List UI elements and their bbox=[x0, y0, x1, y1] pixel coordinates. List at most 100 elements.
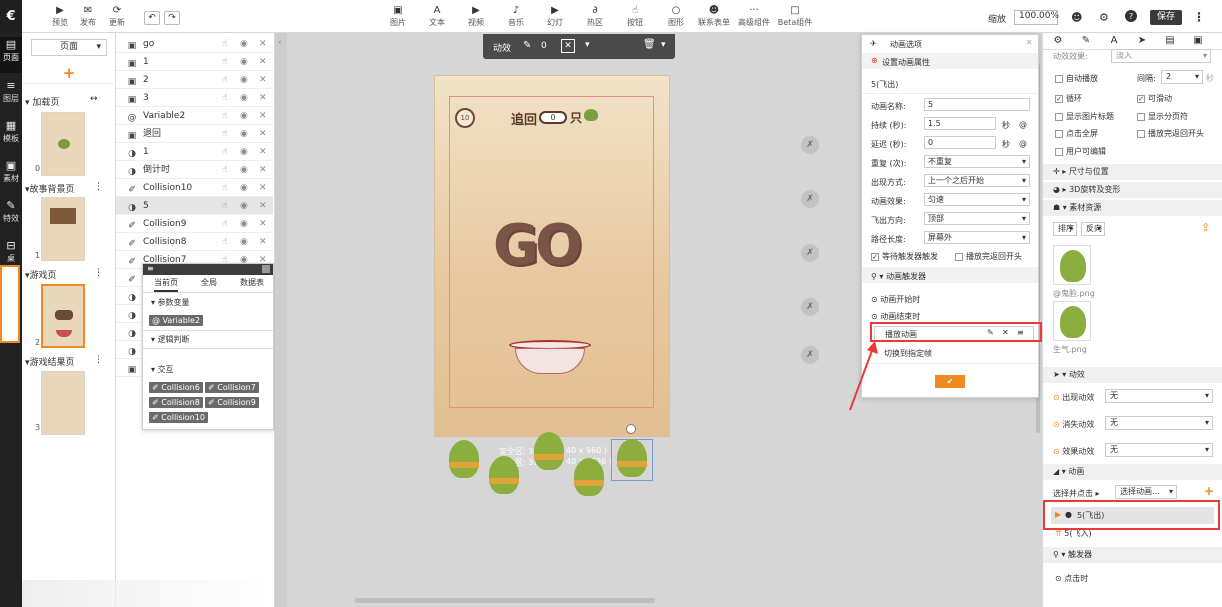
collapse-rail[interactable]: ‹ bbox=[275, 33, 287, 607]
tool-music[interactable]: ♪ 音乐 bbox=[496, 4, 536, 30]
eye-icon[interactable]: ◉ bbox=[240, 89, 248, 107]
trigger-click[interactable]: ⊙ 点击时 bbox=[1055, 573, 1088, 584]
return-start-checkbox[interactable]: 播放完返回开头 bbox=[955, 251, 1022, 262]
loop-checkbox[interactable]: ✓ 循环 bbox=[1055, 93, 1082, 104]
eye-icon[interactable]: ◉ bbox=[240, 125, 248, 143]
more-vertical-icon[interactable]: ⋮ bbox=[1193, 10, 1205, 24]
pin-icon[interactable]: ✗ bbox=[801, 346, 819, 364]
chevron-down-icon[interactable]: ▾ bbox=[661, 40, 666, 50]
tool-button[interactable]: ☝ 按钮 bbox=[615, 4, 655, 30]
delete-icon[interactable]: ✕ bbox=[259, 161, 267, 179]
delete-icon[interactable]: ✕ bbox=[259, 35, 267, 53]
layer-row[interactable]: ▣ 1 ☝ ◉ ✕ bbox=[116, 53, 273, 71]
tool-contact-form[interactable]: ☻ 联系表单 bbox=[694, 4, 734, 30]
trigger-section-toggle[interactable]: ⚲ ▾ 动画触发器 bbox=[871, 271, 926, 282]
resource-thumb[interactable] bbox=[1053, 245, 1091, 285]
section-3d[interactable]: ◕ ▸ 3D旋转及变形 bbox=[1043, 182, 1222, 198]
lock-icon[interactable]: ☝ bbox=[222, 215, 227, 233]
nav-assets[interactable]: ▣ 素材 bbox=[0, 158, 22, 194]
delete-icon[interactable]: ✕ bbox=[259, 53, 267, 71]
effect-effect-select[interactable]: 无 bbox=[1105, 443, 1213, 457]
transition-select[interactable]: 淡入 bbox=[1111, 49, 1211, 63]
layer-row[interactable]: ◑ 5 ☝ ◉ ✕ bbox=[116, 197, 273, 215]
delete-icon[interactable]: ✕ bbox=[259, 215, 267, 233]
close-icon[interactable]: ✕ bbox=[1026, 38, 1033, 47]
wait-trigger-checkbox[interactable]: ✓ 等待触发器触发 bbox=[871, 251, 938, 262]
redo-button[interactable]: ↷ bbox=[164, 11, 180, 25]
appear-mode-select[interactable]: 上一个之后开始 bbox=[924, 174, 1030, 187]
tool-video[interactable]: ▶ 视频 bbox=[456, 4, 496, 30]
fly-direction-select[interactable]: 顶部 bbox=[924, 212, 1030, 225]
menu-icon[interactable]: ≡ bbox=[147, 264, 154, 273]
eye-icon[interactable]: ◉ bbox=[240, 179, 248, 197]
tab-style[interactable]: ✎ bbox=[1073, 33, 1099, 49]
choose-animation-select[interactable]: 选择动画... bbox=[1115, 485, 1177, 499]
zongzi-character[interactable] bbox=[530, 432, 568, 474]
page-group-header[interactable]: ▾游戏页 bbox=[25, 268, 57, 281]
eye-icon[interactable]: ◉ bbox=[240, 71, 248, 89]
eye-icon[interactable]: ◉ bbox=[240, 233, 248, 251]
zongzi-character[interactable] bbox=[485, 456, 523, 498]
eye-icon[interactable]: ◉ bbox=[240, 35, 248, 53]
delete-icon[interactable]: ✕ bbox=[259, 143, 267, 161]
resize-icon[interactable]: ↔ bbox=[90, 94, 98, 104]
resource-thumb[interactable] bbox=[1053, 301, 1091, 341]
collapse-icon[interactable] bbox=[262, 265, 270, 273]
nav-templates[interactable]: ▦ 模板 bbox=[0, 118, 22, 154]
eye-icon[interactable]: ◉ bbox=[240, 197, 248, 215]
trigger-anim-start[interactable]: ⊙ 动画开始时 bbox=[871, 294, 920, 305]
horizontal-scrollbar[interactable] bbox=[355, 598, 655, 603]
page-thumb-1[interactable] bbox=[41, 197, 85, 261]
interval-input[interactable]: 2 bbox=[1161, 70, 1203, 84]
gear-icon[interactable]: ⚙ bbox=[1099, 11, 1109, 24]
reverse-button[interactable]: 反向 bbox=[1081, 222, 1105, 236]
trash-icon[interactable]: 🗑 bbox=[643, 39, 656, 50]
repeat-select[interactable]: 不重复 bbox=[924, 155, 1030, 168]
tab-datasheet[interactable]: 数据表 bbox=[240, 277, 264, 288]
page-group-header[interactable]: ▾ 加载页 bbox=[25, 95, 59, 108]
drag-handle-icon[interactable]: ⋮ bbox=[94, 182, 103, 192]
upload-icon[interactable]: ⇪ bbox=[1201, 221, 1210, 234]
zongzi-character[interactable] bbox=[570, 458, 608, 500]
pin-icon[interactable]: ✗ bbox=[801, 244, 819, 262]
pencil-icon[interactable]: ✎ bbox=[523, 40, 531, 51]
tab-image[interactable]: ▣ bbox=[1185, 33, 1211, 49]
tab-current-page[interactable]: 当前页 bbox=[154, 277, 178, 292]
tool-text[interactable]: A 文本 bbox=[417, 4, 457, 30]
page-preview-mini[interactable] bbox=[0, 265, 20, 343]
choose-click-label[interactable]: 选择并点击 ▸ bbox=[1053, 488, 1100, 499]
zoom-input[interactable]: 100.00% bbox=[1014, 10, 1059, 25]
eye-icon[interactable]: ◉ bbox=[240, 161, 248, 179]
page-thumb-3[interactable] bbox=[41, 371, 85, 435]
lock-icon[interactable]: ☝ bbox=[222, 143, 227, 161]
tab-text[interactable]: A bbox=[1101, 33, 1127, 49]
lock-icon[interactable]: ☝ bbox=[222, 197, 227, 215]
page-group-header[interactable]: ▾故事背景页 bbox=[25, 182, 75, 195]
tool-shape[interactable]: ○ 图形 bbox=[656, 4, 696, 30]
zongzi-character[interactable] bbox=[613, 439, 651, 481]
show-pages-checkbox[interactable]: 显示分页符 bbox=[1137, 111, 1188, 122]
delete-icon[interactable]: ✕ bbox=[259, 89, 267, 107]
lock-icon[interactable]: ☝ bbox=[222, 71, 227, 89]
add-animation-button[interactable]: + bbox=[1204, 484, 1214, 498]
pin-icon[interactable]: ✗ bbox=[801, 190, 819, 208]
eye-icon[interactable]: ◉ bbox=[240, 107, 248, 125]
section-params[interactable]: ▾ 参数变量 bbox=[151, 297, 190, 308]
layer-row[interactable]: ✐ Collision9 ☝ ◉ ✕ bbox=[116, 215, 273, 233]
chevron-down-icon[interactable]: ▾ bbox=[585, 40, 590, 50]
swipe-checkbox[interactable]: ✓ 可滑动 bbox=[1137, 93, 1172, 104]
tab-global[interactable]: 全局 bbox=[201, 277, 217, 288]
switch-frame-option[interactable]: 切换到指定帧 bbox=[884, 348, 932, 359]
delete-icon[interactable]: ✕ bbox=[259, 107, 267, 125]
rotate-handle-icon[interactable] bbox=[626, 424, 636, 434]
add-page-button[interactable]: + bbox=[62, 64, 76, 82]
layer-row[interactable]: ✐ Collision10 ☝ ◉ ✕ bbox=[116, 179, 273, 197]
section-effects[interactable]: ➤ ▾ 动效 bbox=[1043, 367, 1222, 383]
tool-slideshow[interactable]: ▶ 幻灯 bbox=[535, 4, 575, 30]
delay-input[interactable]: 0 bbox=[924, 136, 996, 149]
lock-icon[interactable]: ☝ bbox=[222, 179, 227, 197]
section-animation[interactable]: ◢ ▾ 动画 bbox=[1043, 464, 1222, 480]
layer-row[interactable]: @ Variable2 ☝ ◉ ✕ bbox=[116, 107, 273, 125]
variable-chip[interactable]: @ Variable2 bbox=[149, 315, 204, 326]
anim-effect-select[interactable]: 匀速 bbox=[924, 193, 1030, 206]
